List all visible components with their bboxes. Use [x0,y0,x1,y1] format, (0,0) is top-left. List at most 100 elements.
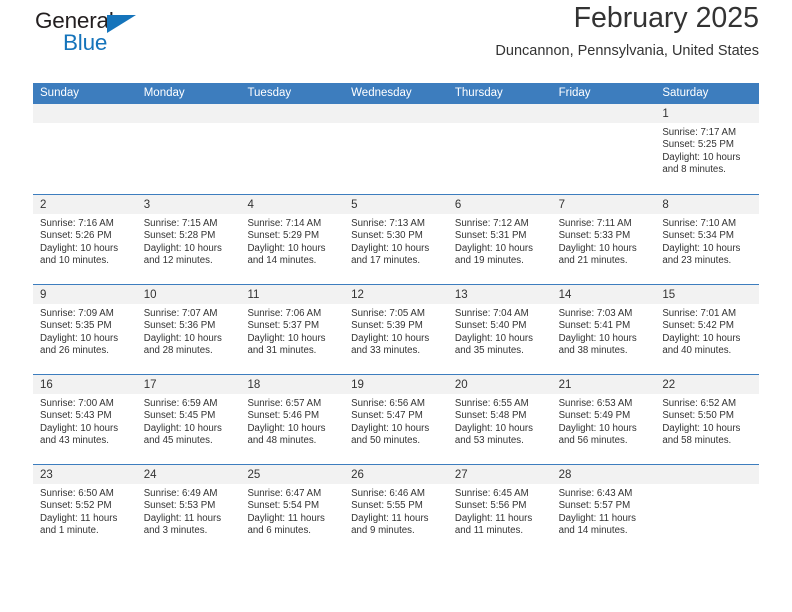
day-number-band: 18 [240,375,345,394]
day-details: Sunrise: 7:16 AM Sunset: 5:26 PM Daylight:… [33,214,137,268]
sunrise-text: Sunrise: 6:52 AM [662,398,737,409]
calendar-day-cell[interactable]: 16 Sunrise: 7:00 AM Sunset: 5:43 PM Dayligh… [33,375,137,464]
calendar-day-cell[interactable]: 11 Sunrise: 7:06 AM Sunset: 5:37 PM Dayligh… [240,285,345,374]
day-number-band [551,104,656,123]
day-number-band: 3 [136,195,241,214]
sunset-text: Sunset: 5:34 PM [662,230,734,242]
day-details: Sunrise: 7:06 AM Sunset: 5:37 PM Daylight:… [240,304,344,358]
calendar-day-cell[interactable]: 7 Sunrise: 7:11 AM Sunset: 5:33 PM Daylight… [551,195,656,284]
calendar-week-row: 9 Sunrise: 7:09 AM Sunset: 5:35 PM Daylight… [33,284,760,374]
day-number-band [240,104,345,123]
calendar-day-cell[interactable]: 23 Sunrise: 6:50 AM Sunset: 5:52 PM Dayligh… [33,465,137,554]
sunrise-text: Sunrise: 6:49 AM [143,488,218,499]
calendar-day-cell[interactable]: 14 Sunrise: 7:03 AM Sunset: 5:41 PM Dayligh… [551,285,656,374]
day-details: Sunrise: 7:04 AM Sunset: 5:40 PM Daylight:… [448,304,552,358]
sunset-text: Sunset: 5:54 PM [247,500,320,512]
calendar-day-cell-empty [33,104,137,194]
calendar-day-cell[interactable]: 9 Sunrise: 7:09 AM Sunset: 5:35 PM Daylight… [33,285,137,374]
sunrise-text: Sunrise: 6:43 AM [558,488,633,499]
page-title: February 2025 [573,2,759,34]
day-number-band: 14 [551,285,656,304]
day-details: Sunrise: 6:43 AM Sunset: 5:57 PM Daylight:… [552,484,656,538]
daylight-text: Daylight: 10 hours and 40 minutes. [662,332,741,357]
day-number-band: 7 [551,195,656,214]
daylight-text: Daylight: 10 hours and 17 minutes. [351,242,430,267]
calendar-day-cell[interactable]: 18 Sunrise: 6:57 AM Sunset: 5:46 PM Dayligh… [240,375,345,464]
sunset-text: Sunset: 5:57 PM [558,500,631,512]
calendar-day-cell-empty [136,104,241,194]
calendar-day-cell[interactable]: 13 Sunrise: 7:04 AM Sunset: 5:40 PM Dayligh… [447,285,552,374]
sunset-text: Sunset: 5:41 PM [558,320,631,332]
calendar-day-cell[interactable]: 8 Sunrise: 7:10 AM Sunset: 5:34 PM Daylight… [655,195,760,284]
day-number-band: 15 [655,285,760,304]
weekday-header-sunday: Sunday [40,87,80,99]
day-details: Sunrise: 6:50 AM Sunset: 5:52 PM Daylight:… [33,484,137,538]
day-number: 9 [40,289,47,301]
sunrise-text: Sunrise: 7:10 AM [662,218,737,229]
calendar-day-cell[interactable]: 20 Sunrise: 6:55 AM Sunset: 5:48 PM Dayligh… [447,375,552,464]
day-number: 1 [662,108,669,120]
calendar-week-row: 16 Sunrise: 7:00 AM Sunset: 5:43 PM Dayligh… [33,374,760,464]
sunrise-text: Sunrise: 6:59 AM [143,398,218,409]
day-number-band: 11 [240,285,345,304]
calendar-day-cell[interactable]: 25 Sunrise: 6:47 AM Sunset: 5:54 PM Dayligh… [240,465,345,554]
day-details: Sunrise: 6:53 AM Sunset: 5:49 PM Daylight:… [552,394,656,448]
day-number: 2 [40,199,47,211]
sunrise-text: Sunrise: 7:14 AM [247,218,322,229]
day-details: Sunrise: 7:07 AM Sunset: 5:36 PM Daylight:… [137,304,241,358]
day-number-band: 5 [344,195,448,214]
day-number-band: 28 [551,465,656,484]
day-number-band: 21 [551,375,656,394]
calendar-day-cell[interactable]: 24 Sunrise: 6:49 AM Sunset: 5:53 PM Dayligh… [136,465,241,554]
day-details: Sunrise: 6:49 AM Sunset: 5:53 PM Daylight:… [137,484,241,538]
calendar-day-cell[interactable]: 1 Sunrise: 7:17 AM Sunset: 5:25 PM Daylight… [655,104,760,194]
calendar-day-cell[interactable]: 21 Sunrise: 6:53 AM Sunset: 5:49 PM Dayligh… [551,375,656,464]
sunrise-text: Sunrise: 6:55 AM [454,398,529,409]
day-details: Sunrise: 7:03 AM Sunset: 5:41 PM Daylight:… [552,304,656,358]
sunset-text: Sunset: 5:55 PM [351,500,423,512]
day-number: 27 [454,469,468,481]
daylight-text: Daylight: 10 hours and 56 minutes. [558,422,637,447]
day-number-band [136,104,241,123]
sunrise-text: Sunrise: 7:07 AM [143,308,218,319]
day-number: 21 [558,379,572,391]
calendar-day-cell[interactable]: 10 Sunrise: 7:07 AM Sunset: 5:36 PM Dayligh… [136,285,241,374]
day-details: Sunrise: 6:52 AM Sunset: 5:50 PM Daylight:… [655,394,759,448]
daylight-text: Daylight: 10 hours and 19 minutes. [454,242,533,267]
location-subtitle: Duncannon, Pennsylvania, United States [495,43,759,59]
day-number: 15 [662,289,676,301]
sunset-text: Sunset: 5:31 PM [454,230,527,242]
sunset-text: Sunset: 5:45 PM [143,410,216,422]
day-details: Sunrise: 7:17 AM Sunset: 5:25 PM Daylight:… [655,123,759,177]
day-number: 22 [662,379,676,391]
calendar-day-cell[interactable]: 6 Sunrise: 7:12 AM Sunset: 5:31 PM Daylight… [447,195,552,284]
logo-text-blue: Blue [63,30,108,55]
daylight-text: Daylight: 10 hours and 48 minutes. [247,422,326,447]
calendar-day-cell[interactable]: 15 Sunrise: 7:01 AM Sunset: 5:42 PM Dayligh… [655,285,760,374]
daylight-text: Daylight: 10 hours and 12 minutes. [143,242,222,267]
calendar-day-cell[interactable]: 17 Sunrise: 6:59 AM Sunset: 5:45 PM Dayligh… [136,375,241,464]
daylight-text: Daylight: 10 hours and 21 minutes. [558,242,637,267]
calendar-page: General Blue February 2025 Duncannon, Pe… [0,0,792,612]
calendar-day-cell[interactable]: 3 Sunrise: 7:15 AM Sunset: 5:28 PM Daylight… [136,195,241,284]
day-number: 16 [40,379,53,391]
calendar-day-cell[interactable]: 28 Sunrise: 6:43 AM Sunset: 5:57 PM Dayligh… [551,465,656,554]
calendar-day-cell[interactable]: 5 Sunrise: 7:13 AM Sunset: 5:30 PM Daylight… [344,195,448,284]
weekday-header-row: Sunday Monday Tuesday Wednesday Thursday Frid… [33,83,759,104]
day-details: Sunrise: 6:45 AM Sunset: 5:56 PM Daylight:… [448,484,552,538]
sunrise-text: Sunrise: 7:11 AM [558,218,632,229]
calendar-day-cell[interactable]: 4 Sunrise: 7:14 AM Sunset: 5:29 PM Daylight… [240,195,345,284]
calendar-day-cell[interactable]: 2 Sunrise: 7:16 AM Sunset: 5:26 PM Daylight… [33,195,137,284]
daylight-text: Daylight: 11 hours and 14 minutes. [558,512,636,537]
sunrise-text: Sunrise: 6:50 AM [40,488,114,499]
sunrise-text: Sunrise: 6:46 AM [351,488,425,499]
calendar-day-cell[interactable]: 27 Sunrise: 6:45 AM Sunset: 5:56 PM Dayligh… [447,465,552,554]
day-details: Sunrise: 7:15 AM Sunset: 5:28 PM Daylight:… [137,214,241,268]
calendar-day-cell[interactable]: 12 Sunrise: 7:05 AM Sunset: 5:39 PM Dayligh… [344,285,448,374]
calendar-day-cell[interactable]: 19 Sunrise: 6:56 AM Sunset: 5:47 PM Dayligh… [344,375,448,464]
sunrise-text: Sunrise: 6:53 AM [558,398,633,409]
calendar-day-cell[interactable]: 22 Sunrise: 6:52 AM Sunset: 5:50 PM Dayligh… [655,375,760,464]
calendar-day-cell[interactable]: 26 Sunrise: 6:46 AM Sunset: 5:55 PM Dayligh… [344,465,448,554]
sunset-text: Sunset: 5:37 PM [247,320,320,332]
day-number-band: 9 [33,285,137,304]
